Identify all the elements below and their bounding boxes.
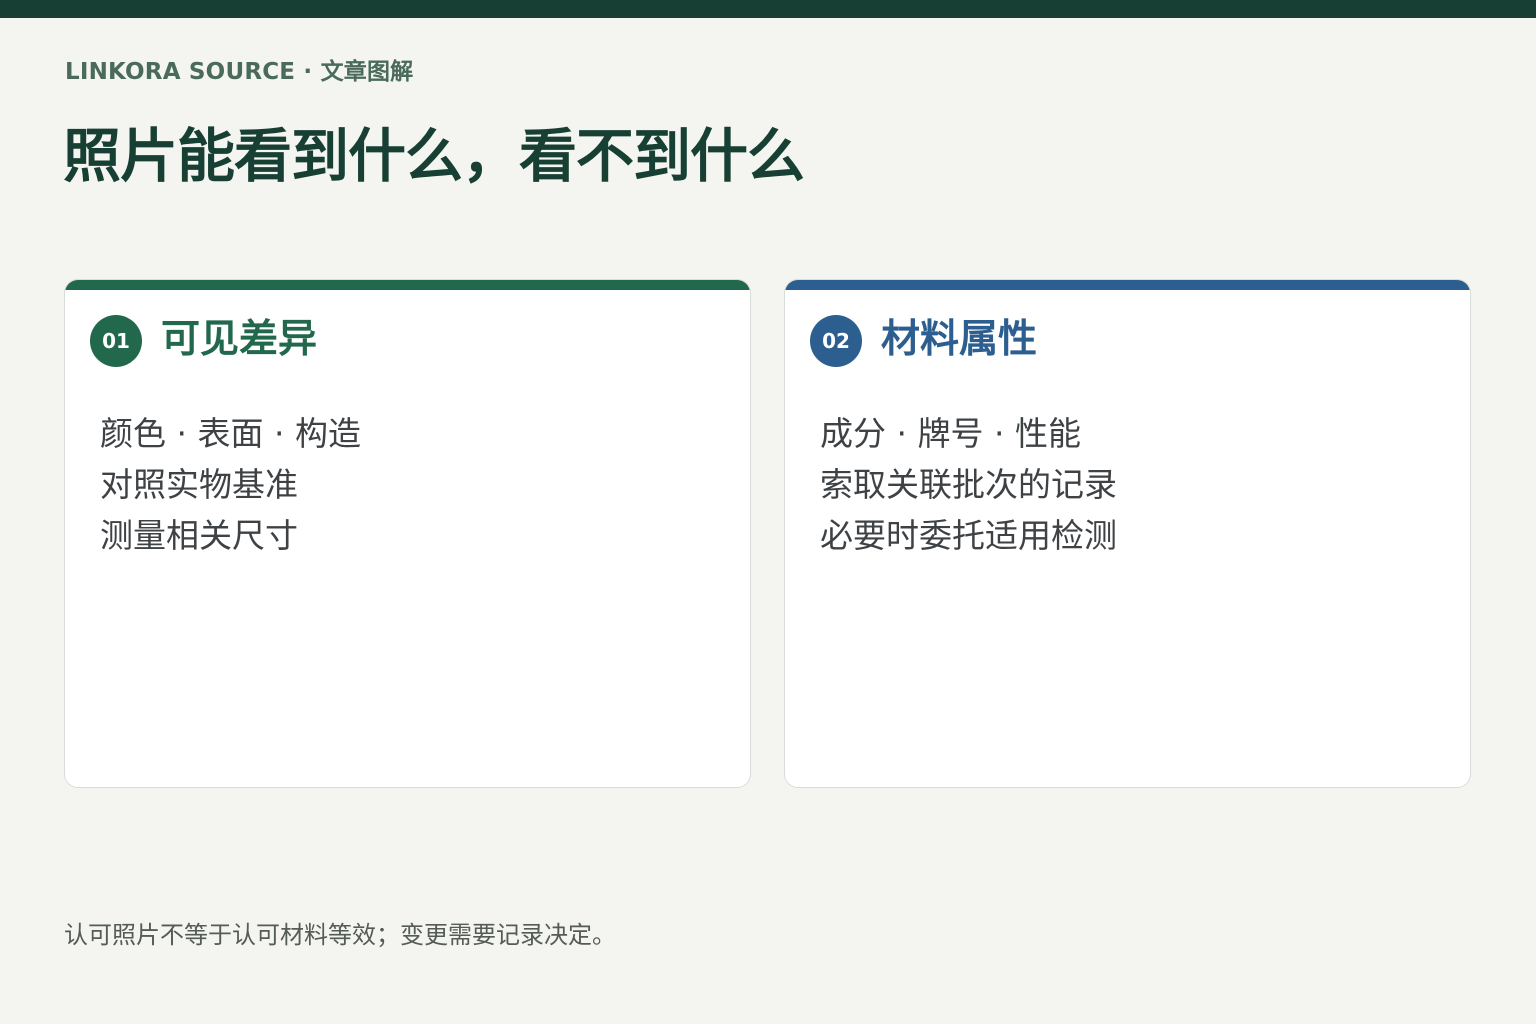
top-band (0, 0, 1536, 18)
footnote: 认可照片不等于认可材料等效；变更需要记录决定。 (64, 921, 616, 949)
card-line: 成分 · 牌号 · 性能 (820, 414, 1081, 453)
card-line: 对照实物基准 (100, 465, 298, 504)
card-number-badge: 01 (90, 315, 142, 367)
card-title: 材料属性 (881, 317, 1038, 362)
card-number-badge: 02 (810, 315, 862, 367)
card-line-list: 颜色 · 表面 · 构造 对照实物基准 测量相关尺寸 (100, 408, 361, 561)
card-accent-bar (785, 280, 1470, 290)
card-line: 颜色 · 表面 · 构造 (100, 414, 361, 453)
card-visible-differences: 01 可见差异 颜色 · 表面 · 构造 对照实物基准 测量相关尺寸 (64, 279, 751, 788)
card-line: 测量相关尺寸 (100, 516, 298, 555)
page-title: 照片能看到什么，看不到什么 (63, 122, 805, 190)
eyebrow-label: LINKORA SOURCE · 文章图解 (65, 59, 414, 85)
card-line: 索取关联批次的记录 (820, 465, 1117, 504)
card-line: 必要时委托适用检测 (820, 516, 1117, 555)
card-material-properties: 02 材料属性 成分 · 牌号 · 性能 索取关联批次的记录 必要时委托适用检测 (784, 279, 1471, 788)
card-accent-bar (65, 280, 750, 290)
card-title: 可见差异 (161, 317, 318, 362)
card-line-list: 成分 · 牌号 · 性能 索取关联批次的记录 必要时委托适用检测 (820, 408, 1117, 561)
